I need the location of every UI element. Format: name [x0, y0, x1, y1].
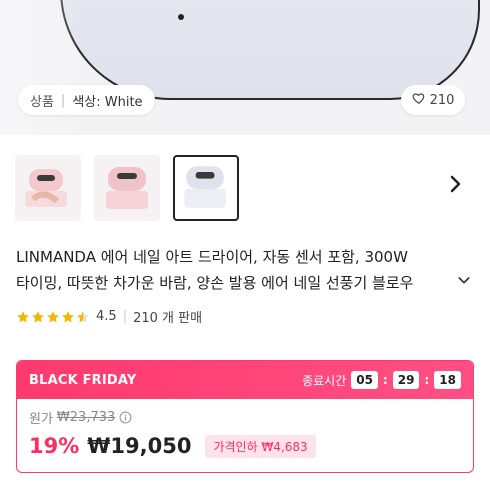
rating-stars [16, 310, 90, 324]
variant-separator: | [60, 92, 66, 108]
timer-minutes: 29 [392, 371, 420, 389]
star-icon [77, 310, 89, 322]
timer-hours: 05 [351, 371, 378, 389]
star-icon [32, 310, 44, 322]
deal-body: 원가 ₩23,733 19% ₩19,050 가격인하 ₩4,683 [17, 399, 473, 467]
rating-row[interactable]: 4.5 | 210 개 판매 [16, 307, 202, 326]
info-icon[interactable] [119, 411, 132, 424]
thumbnail-strip [15, 155, 239, 221]
variant-key: 상품 [30, 94, 54, 110]
original-price-label: 원가 [29, 412, 53, 427]
product-title: LINMANDA 에어 네일 아트 드라이어, 자동 센서 포함, 300W 타… [16, 244, 476, 296]
price-row: 19% ₩19,050 가격인하 ₩4,683 [29, 434, 461, 458]
rating-score: 4.5 [96, 309, 117, 324]
star-icon [47, 310, 59, 322]
star-icon [62, 310, 74, 322]
chevron-right-icon[interactable] [443, 172, 467, 196]
like-count: 210 [429, 92, 455, 108]
deal-box: BLACK FRIDAY 종료시간 05 : 29 : 18 원가 ₩23,73… [16, 360, 474, 473]
original-price: ₩23,733 [56, 410, 116, 425]
deal-header: BLACK FRIDAY 종료시간 05 : 29 : 18 [17, 361, 473, 399]
variant-selector[interactable]: 상품 | 색상: White [18, 85, 155, 115]
thumb-pink-dryer[interactable] [94, 155, 160, 221]
original-price-row: 원가 ₩23,733 [29, 408, 461, 427]
product-hero-image[interactable]: 상품 | 색상: White 210 [0, 0, 490, 135]
thumb-white-dryer[interactable] [173, 155, 239, 221]
timer-colon: : [424, 373, 430, 387]
discount-percent: 19% [29, 434, 80, 458]
like-button[interactable]: 210 [401, 85, 465, 115]
product-title-line-1: LINMANDA 에어 네일 아트 드라이어, 자동 센서 포함, 300W [16, 248, 408, 266]
star-icon [17, 310, 29, 322]
timer-label: 종료시간 [302, 373, 347, 388]
hero-dryer-sensor-dot [178, 14, 184, 20]
thumb-pink-dryer-hand[interactable] [15, 155, 81, 221]
sold-count: 210 개 판매 [133, 311, 203, 326]
timer-seconds: 18 [434, 371, 461, 389]
chevron-down-icon[interactable] [456, 272, 472, 288]
sale-price: ₩19,050 [87, 434, 192, 458]
variant-value: 색상: White [72, 94, 143, 110]
product-title-line-2: 타이밍, 따뜻한 차가운 바람, 양손 발용 에어 네일 선풍기 블로우 [16, 274, 414, 292]
deal-label: BLACK FRIDAY [29, 372, 137, 388]
heart-icon [412, 91, 426, 109]
price-cut-badge: 가격인하 ₩4,683 [205, 434, 316, 458]
timer-colon: : [382, 373, 388, 387]
countdown-timer: 종료시간 05 : 29 : 18 [302, 371, 461, 389]
rating-separator: | [122, 309, 128, 324]
